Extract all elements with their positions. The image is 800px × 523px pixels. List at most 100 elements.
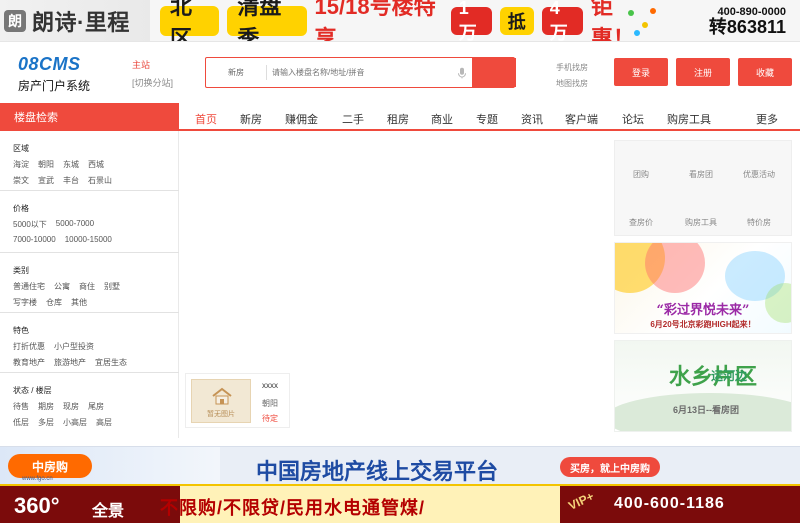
filter-feature-section: 特色 打折优惠 小户型投资 教育地产 旅游地产 宜居生态 — [0, 313, 179, 373]
login-button[interactable]: 登录 — [614, 58, 668, 86]
register-button[interactable]: 注册 — [676, 58, 730, 86]
fgo-url: www.fgo.cn — [22, 476, 53, 482]
nav-news[interactable]: 资讯 — [521, 111, 543, 127]
nav-rent[interactable]: 租房 — [387, 111, 409, 127]
filter-option[interactable]: 朝阳 — [38, 159, 54, 170]
filter-option[interactable]: 公寓 — [54, 281, 70, 292]
right-ad-water-town[interactable]: 水乡片区 运河边 6月13日--看房团 — [614, 340, 792, 432]
search-type-select[interactable]: 新房 — [206, 58, 266, 87]
filter-option[interactable]: 石景山 — [88, 175, 112, 186]
quick-link-special-price[interactable]: 特价房 — [747, 217, 771, 228]
bottom-banner-1-title: 中国房地产线上交易平台 — [256, 459, 499, 485]
filter-option[interactable]: 现房 — [63, 401, 79, 412]
headline-part-5: 抵 — [499, 7, 534, 35]
b2-360: 360° — [14, 493, 60, 518]
nav-commercial[interactable]: 商业 — [431, 111, 453, 127]
site-logo[interactable]: 08CMS — [18, 54, 81, 75]
filter-option[interactable]: 5000以下 — [13, 219, 47, 230]
ad2-date: 6月13日--看房团 — [673, 405, 740, 415]
nav-client[interactable]: 客户端 — [565, 111, 598, 127]
sparkle-dot — [634, 30, 640, 36]
filter-option[interactable]: 海淀 — [13, 159, 29, 170]
nav-buying-tools[interactable]: 购房工具 — [667, 111, 711, 127]
right-ad-color-run[interactable]: “彩过界悦未来” 6月20号北京彩跑HIGH起来！ — [614, 242, 792, 334]
filter-area-section: 区域 海淀 朝阳 东城 西城 崇文 宣武 丰台 石景山 — [0, 131, 179, 191]
nav-commission[interactable]: 赚佣金 — [285, 111, 318, 127]
nav-second-hand[interactable]: 二手 — [342, 111, 364, 127]
filter-option[interactable]: 崇文 — [13, 175, 29, 186]
site-logo-subtitle: 房产门户系统 — [18, 79, 91, 93]
filter-option[interactable]: 西城 — [88, 159, 104, 170]
ad1-subtitle: 6月20号北京彩跑HIGH起来！ — [650, 320, 756, 329]
search-input[interactable] — [272, 64, 442, 81]
bottom-ad-banner-2[interactable]: 360° 全景 不限购/不限贷/民用水电通管煤/ VIP+ 400-600-11… — [0, 484, 800, 523]
ad2-sub: 运河边 — [711, 369, 748, 383]
filter-status-row-1: 待售 期房 现房 尾房 — [13, 401, 104, 412]
headline-part-6: 4万 — [541, 0, 583, 41]
quick-link-price-check[interactable]: 查房价 — [629, 217, 653, 228]
filter-option[interactable]: 宣武 — [38, 175, 54, 186]
filter-feature-row-2: 教育地产 旅游地产 宜居生态 — [13, 357, 127, 368]
filter-option[interactable]: 写字楼 — [13, 297, 37, 308]
listing-name[interactable]: xxxx — [262, 381, 278, 390]
filter-option[interactable]: 普通住宅 — [13, 281, 45, 292]
filter-option[interactable]: 旅游地产 — [54, 357, 86, 368]
quick-link-promo[interactable]: 优惠活动 — [743, 169, 775, 180]
filter-option[interactable]: 别墅 — [104, 281, 120, 292]
paint-splash — [645, 243, 705, 293]
nav-forum[interactable]: 论坛 — [622, 111, 644, 127]
search-bar: 新房 — [205, 57, 516, 88]
filter-category-section: 类别 普通住宅 公寓 商住 别墅 写字楼 仓库 其他 — [0, 253, 179, 313]
nav-topics[interactable]: 专题 — [476, 111, 498, 127]
filter-option[interactable]: 东城 — [63, 159, 79, 170]
filter-panel: 区域 海淀 朝阳 东城 西城 崇文 宣武 丰台 石景山 价格 5000以下 50… — [0, 131, 179, 438]
filter-option[interactable]: 教育地产 — [13, 357, 45, 368]
filter-option[interactable]: 丰台 — [63, 175, 79, 186]
top-banner-headline: 北区 清盘季 15/18号楼特享 1万 抵 4万 钜惠！ — [150, 0, 650, 41]
filter-option[interactable]: 商住 — [79, 281, 95, 292]
ad1-title: “彩过界悦未来” — [656, 303, 750, 318]
thumbnail-caption: 暂无图片 — [207, 411, 235, 418]
mobile-find-house-link[interactable]: 手机找房 — [556, 60, 588, 76]
top-ad-banner[interactable]: 朗 朗诗·里程 北区 清盘季 15/18号楼特享 1万 抵 4万 钜惠！ 400… — [0, 0, 800, 42]
filter-option[interactable]: 待售 — [13, 401, 29, 412]
headline-part-1: 北区 — [160, 0, 220, 41]
search-button[interactable] — [472, 58, 516, 87]
switch-city-link[interactable]: [切换分站] — [132, 76, 173, 89]
property-thumbnail[interactable]: 暂无图片 — [191, 379, 251, 423]
brand-logo-icon: 朗 — [4, 10, 26, 32]
quick-link-group-buy[interactable]: 团购 — [633, 169, 649, 180]
sparkle-dot — [628, 10, 634, 16]
filter-option[interactable]: 宜居生态 — [95, 357, 127, 368]
filter-option[interactable]: 多层 — [38, 417, 54, 428]
filter-option[interactable]: 5000-7000 — [56, 219, 94, 230]
filter-status-row-2: 低层 多层 小高层 高层 — [13, 417, 112, 428]
mobile-links: 手机找房 地图找房 — [556, 60, 588, 92]
filter-option[interactable]: 高层 — [96, 417, 112, 428]
filter-option[interactable]: 小户型投资 — [54, 341, 94, 352]
filter-option[interactable]: 小高层 — [63, 417, 87, 428]
filter-option[interactable]: 尾房 — [88, 401, 104, 412]
property-listing-card[interactable]: 暂无图片 xxxx 朝阳 待定 — [185, 373, 290, 428]
filter-option[interactable]: 10000-15000 — [65, 235, 112, 244]
filter-option[interactable]: 7000-10000 — [13, 235, 56, 244]
nav-more[interactable]: 更多 — [756, 111, 778, 127]
map-find-house-link[interactable]: 地图找房 — [556, 76, 588, 92]
nav-new-homes[interactable]: 新房 — [240, 111, 262, 127]
listing-area: 朝阳 — [262, 399, 278, 408]
filter-option[interactable]: 低层 — [13, 417, 29, 428]
favorite-button[interactable]: 收藏 — [738, 58, 792, 86]
filter-category-row-2: 写字楼 仓库 其他 — [13, 297, 87, 308]
quick-links-panel: 团购 看房团 优惠活动 查房价 购房工具 特价房 — [614, 140, 792, 236]
nav-home[interactable]: 首页 — [195, 111, 217, 127]
quick-link-tour[interactable]: 看房团 — [689, 169, 713, 180]
filter-area-title: 区域 — [13, 144, 29, 153]
quick-link-tools[interactable]: 购房工具 — [685, 217, 717, 228]
bottom-ad-banner-1[interactable]: 中房购 www.fgo.cn 中国房地产线上交易平台 买房，就上中房购 — [0, 446, 800, 485]
filter-option[interactable]: 期房 — [38, 401, 54, 412]
filter-option[interactable]: 打折优惠 — [13, 341, 45, 352]
filter-option[interactable]: 其他 — [71, 297, 87, 308]
microphone-icon[interactable] — [454, 65, 470, 81]
filter-option[interactable]: 仓库 — [46, 297, 62, 308]
filter-feature-title: 特色 — [13, 326, 29, 335]
